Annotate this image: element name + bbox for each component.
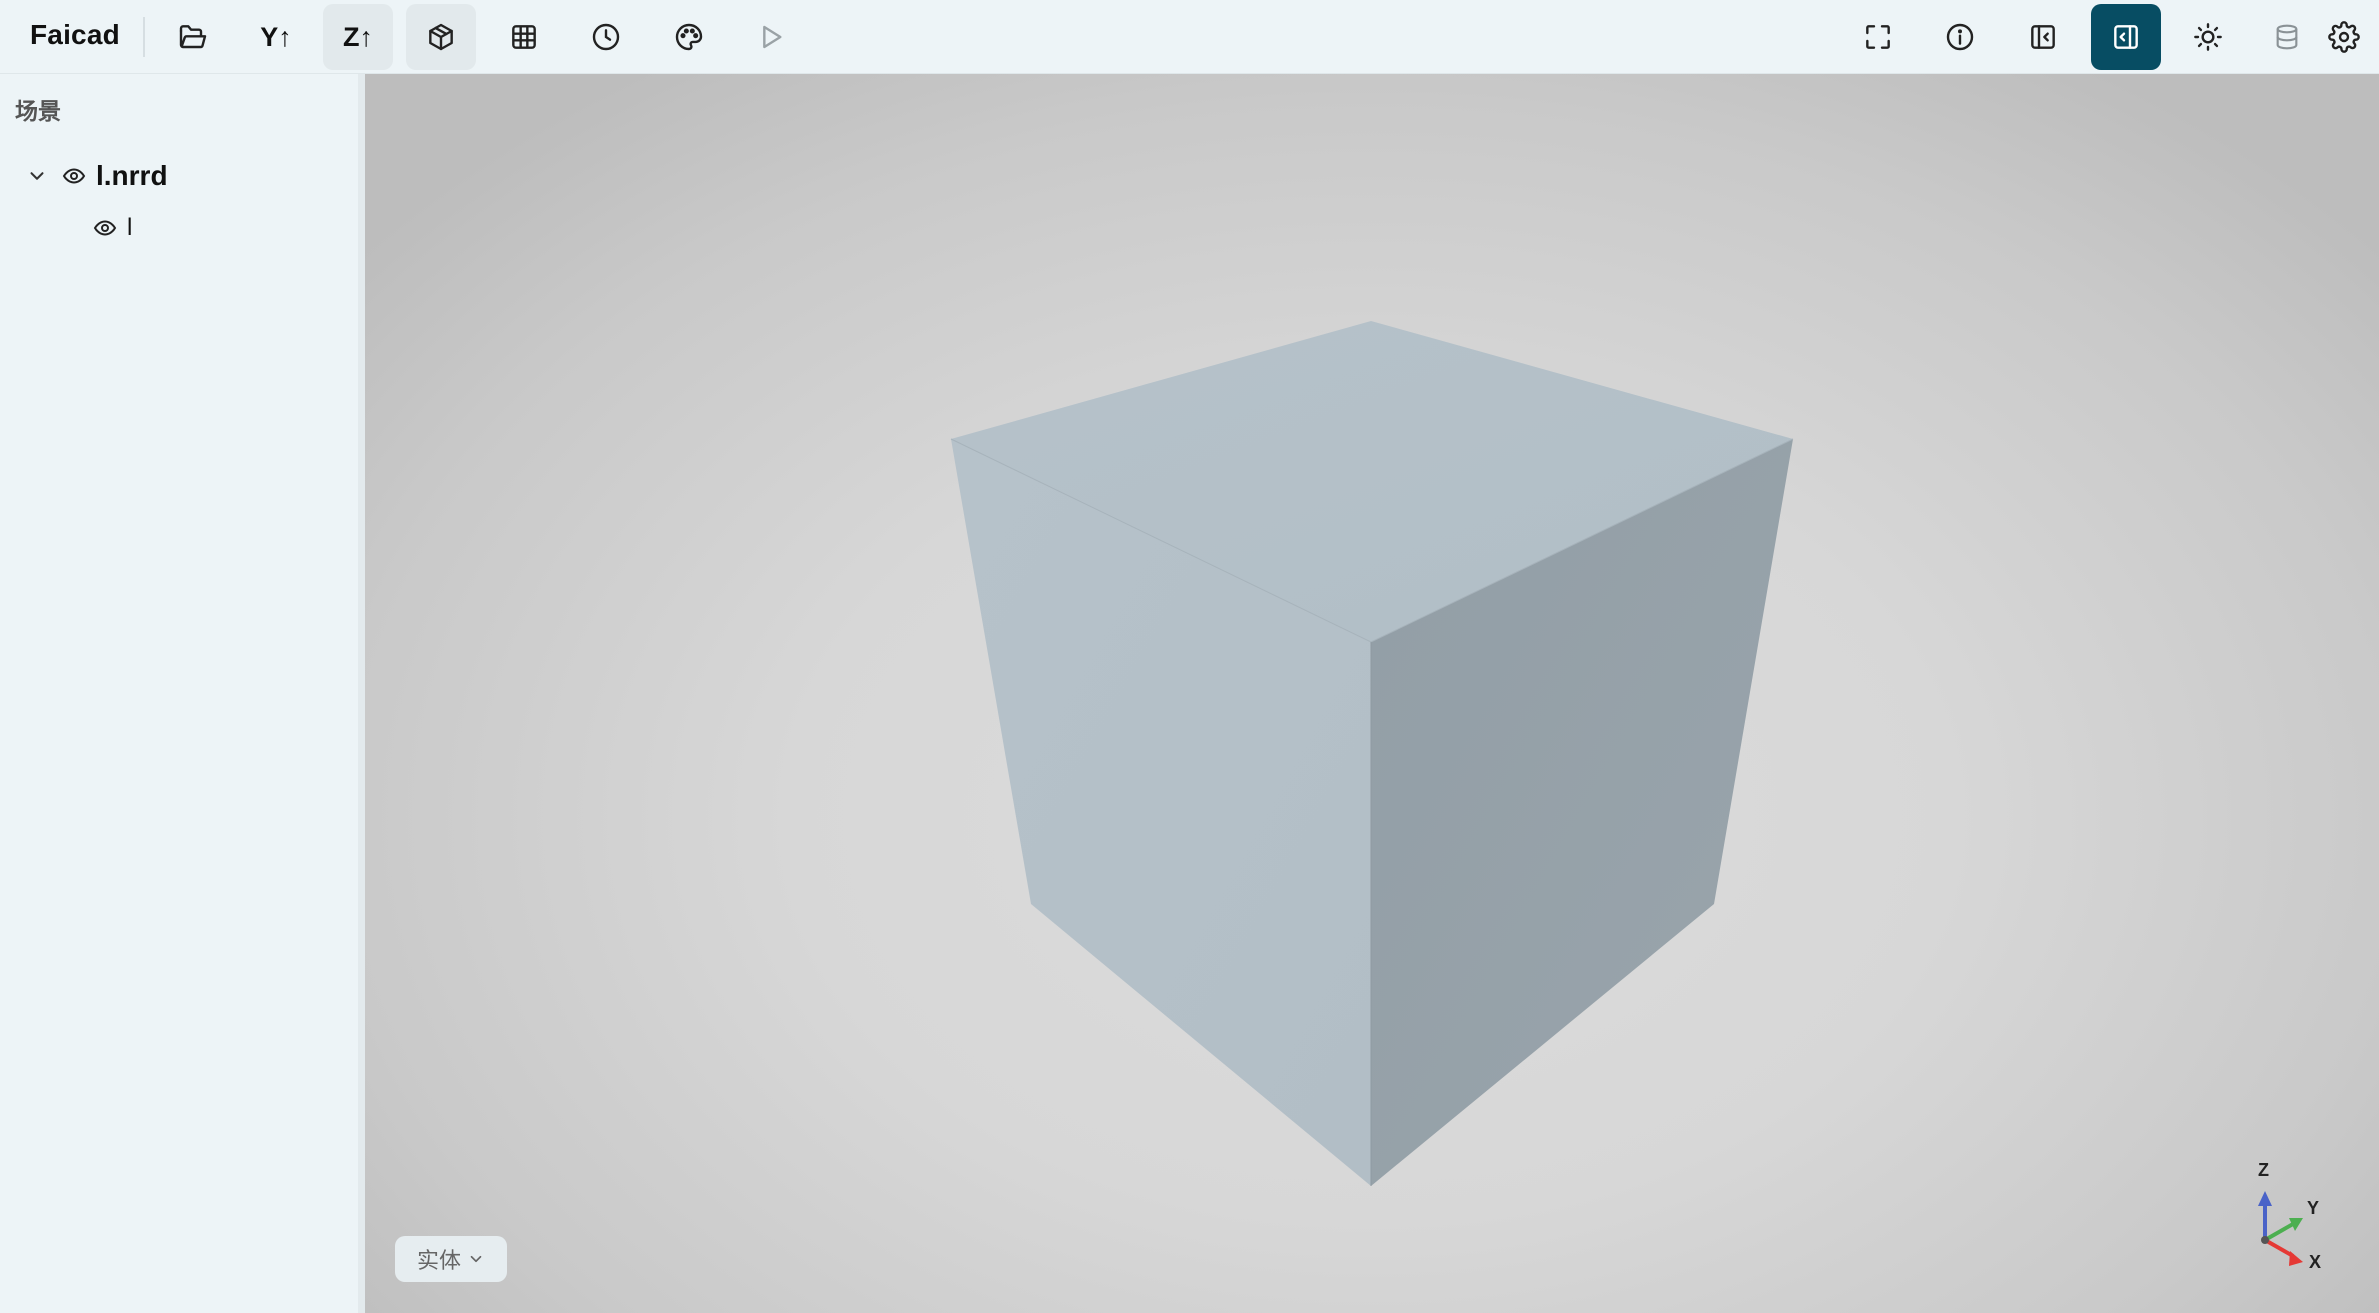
gear-icon bbox=[2328, 21, 2360, 53]
sidebar-heading: 场景 bbox=[15, 98, 61, 124]
tree-item-label: l bbox=[127, 214, 133, 241]
play-icon bbox=[763, 25, 782, 49]
eye-icon[interactable] bbox=[93, 216, 117, 240]
y-up-button[interactable]: Y↑ bbox=[241, 4, 311, 70]
chevron-down-icon[interactable] bbox=[26, 165, 48, 187]
3d-viewport[interactable]: 实体 Z Y X bbox=[365, 74, 2379, 1313]
grid-toggle-button[interactable] bbox=[489, 4, 559, 70]
cube-icon bbox=[429, 23, 453, 51]
database-icon bbox=[2276, 24, 2298, 50]
axis-x-label: X bbox=[2309, 1252, 2321, 1272]
z-up-button[interactable]: Z↑ bbox=[323, 4, 393, 70]
tree-item-label: l.nrrd bbox=[96, 160, 168, 191]
display-mode-label: 实体 bbox=[416, 1248, 461, 1273]
display-mode-select[interactable]: 实体 bbox=[395, 1236, 507, 1282]
database-button[interactable] bbox=[2252, 4, 2322, 70]
folder-open-icon bbox=[179, 25, 207, 49]
toggle-right-panel-button[interactable] bbox=[2091, 4, 2161, 70]
cube-model[interactable] bbox=[365, 74, 2379, 1313]
axis-y-label: Y bbox=[2307, 1198, 2319, 1218]
material-button[interactable] bbox=[654, 4, 724, 70]
chevron-down-icon bbox=[470, 1255, 482, 1263]
clock-icon bbox=[592, 23, 620, 51]
scene-sidebar: 场景 l.nrrd l bbox=[0, 74, 365, 1313]
right-panel-icon bbox=[2114, 25, 2138, 49]
top-toolbar: Faicad Y↑ Z↑ bbox=[0, 0, 2379, 74]
palette-icon bbox=[675, 23, 703, 51]
info-button[interactable] bbox=[1925, 4, 1995, 70]
open-file-button[interactable] bbox=[158, 4, 228, 70]
fullscreen-button[interactable] bbox=[1843, 4, 1913, 70]
run-button[interactable] bbox=[736, 4, 806, 70]
theme-button[interactable] bbox=[2173, 4, 2243, 70]
toggle-left-panel-button[interactable] bbox=[2008, 4, 2078, 70]
history-button[interactable] bbox=[571, 4, 641, 70]
axis-gizmo: Z Y X bbox=[2258, 1160, 2321, 1272]
fullscreen-icon bbox=[1866, 25, 1890, 49]
info-icon bbox=[1946, 23, 1974, 51]
app-title: Faicad bbox=[30, 19, 120, 50]
axis-z-label: Z bbox=[2258, 1160, 2269, 1180]
z-up-icon: Z↑ bbox=[343, 21, 373, 52]
left-panel-icon bbox=[2031, 25, 2055, 49]
y-up-icon: Y↑ bbox=[260, 21, 292, 52]
toolbar-divider bbox=[143, 17, 145, 57]
tree-item-child[interactable]: l bbox=[93, 210, 132, 246]
settings-button[interactable] bbox=[2314, 4, 2374, 70]
sun-icon bbox=[2194, 23, 2222, 51]
grid-icon bbox=[512, 25, 536, 49]
tree-item-root[interactable]: l.nrrd bbox=[26, 158, 168, 194]
solid-view-button[interactable] bbox=[406, 4, 476, 70]
eye-icon[interactable] bbox=[62, 164, 86, 188]
